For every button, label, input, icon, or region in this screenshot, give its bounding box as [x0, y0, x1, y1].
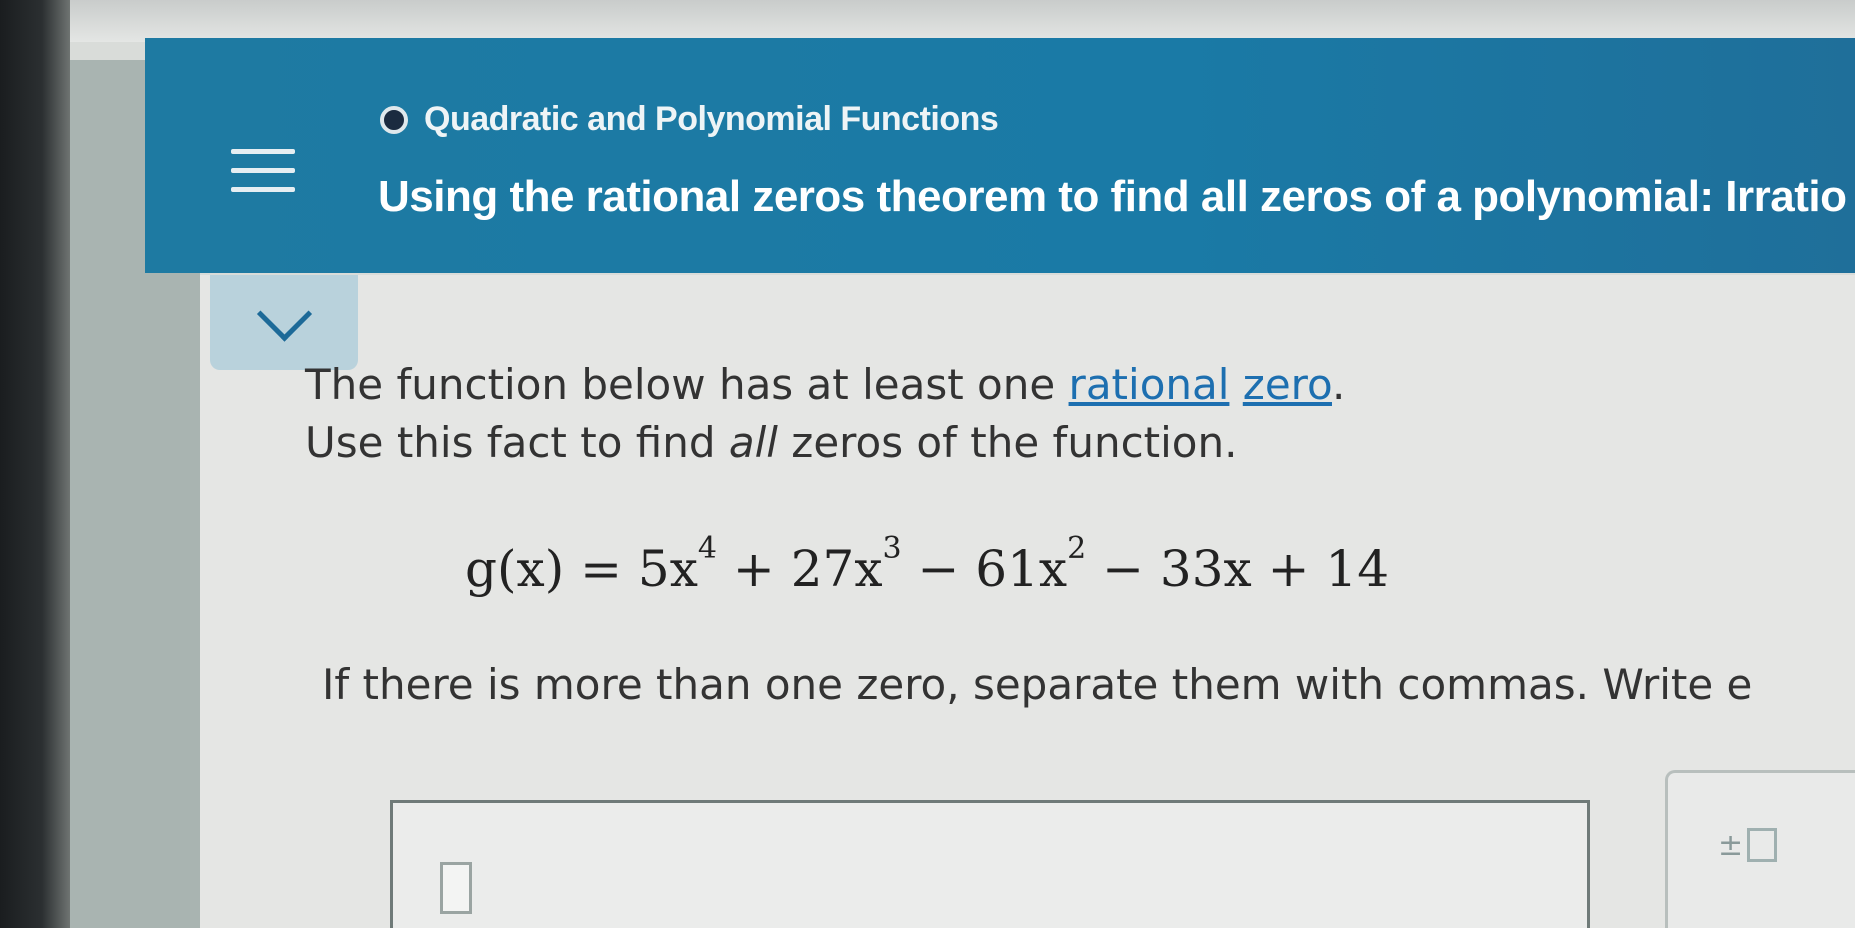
exponent: 4 — [697, 531, 718, 567]
plus-minus-button[interactable]: ± — [1718, 820, 1778, 870]
answer-input[interactable] — [390, 800, 1590, 928]
topic-header — [145, 38, 1855, 273]
question-line-1: The function below has at least one rati… — [305, 360, 1345, 409]
exponent: 2 — [1067, 531, 1087, 567]
formula-term: − 61x — [901, 540, 1068, 598]
expand-button[interactable] — [210, 275, 358, 370]
course-title: Quadratic and Polynomial Functions — [424, 100, 999, 138]
question-text: . — [1331, 360, 1346, 409]
emphasis-text: all — [728, 418, 778, 467]
browser-top-edge — [0, 0, 1855, 42]
chevron-down-icon — [256, 286, 312, 342]
exponent: 3 — [882, 531, 902, 567]
question-text: zeros of the function. — [777, 418, 1238, 467]
plus-minus-box-icon — [1747, 828, 1778, 862]
screen-bezel — [0, 0, 70, 928]
plus-minus-label: ± — [1718, 827, 1744, 863]
hamburger-menu-icon-line — [230, 167, 295, 173]
formula-term: + 27x — [717, 540, 883, 598]
question-line-2: Use this fact to find all zeros of the f… — [305, 418, 1237, 467]
hamburger-menu-icon-line — [230, 186, 295, 192]
topic-title: Using the rational zeros theorem to find… — [378, 172, 1847, 221]
question-text: The function below has at least one — [305, 360, 1069, 409]
formula-term: − 33x + 14 — [1086, 540, 1390, 598]
rational-link[interactable]: rational — [1069, 360, 1230, 409]
formula-term: g(x) = 5x — [465, 540, 698, 598]
course-row: Quadratic and Polynomial Functions — [380, 100, 999, 139]
hamburger-menu-icon — [230, 148, 295, 154]
polynomial-formula: g(x) = 5x4 + 27x3 − 61x2 − 33x + 14 — [465, 531, 1390, 598]
question-text: Use this fact to find — [305, 418, 729, 467]
zero-link[interactable]: zero — [1243, 360, 1332, 409]
menu-button[interactable] — [205, 125, 320, 215]
instruction-text: If there is more than one zero, separate… — [322, 660, 1753, 709]
answer-placeholder-box[interactable] — [440, 862, 472, 914]
circle-dot-icon — [380, 105, 408, 134]
